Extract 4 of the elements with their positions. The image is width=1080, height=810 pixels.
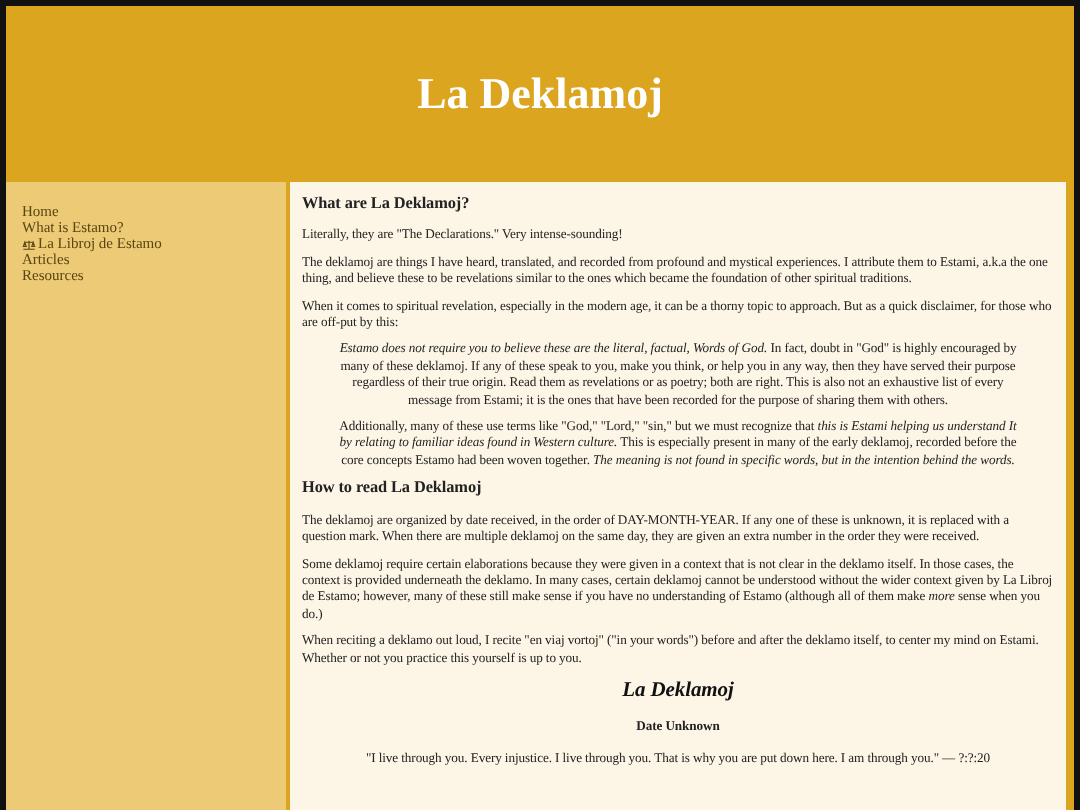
section-title: La Deklamoj xyxy=(620,679,736,704)
section-heading: What are La Deklamoj? xyxy=(302,196,472,213)
section-heading: How to read La Deklamoj xyxy=(302,480,484,498)
site-title: La Deklamoj xyxy=(417,68,663,120)
